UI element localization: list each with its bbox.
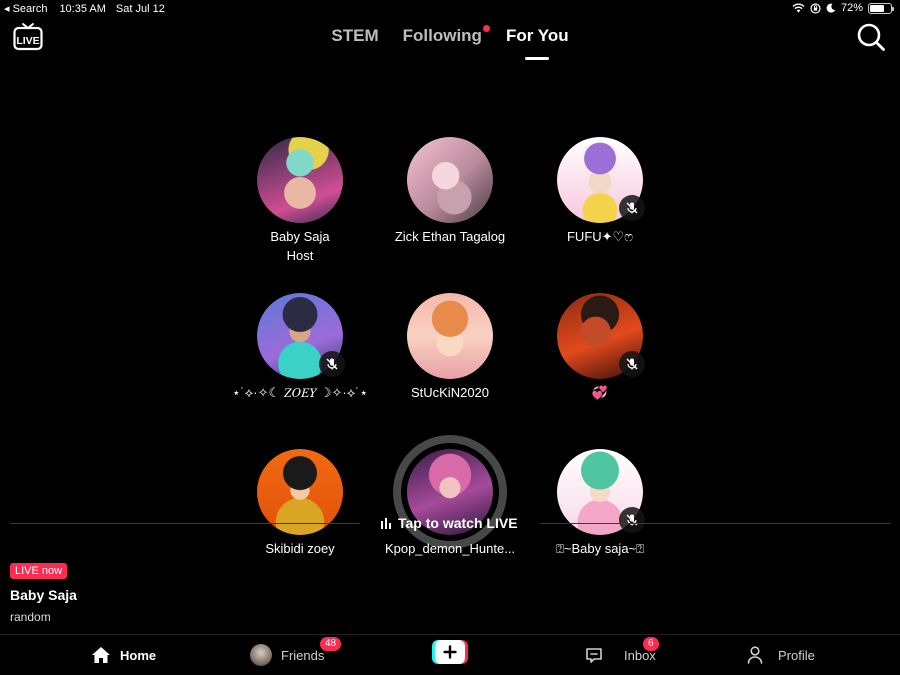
live-host-name[interactable]: Baby Saja [10,587,77,603]
host-card[interactable]: Baby Saja Host [215,137,385,265]
home-icon [92,647,110,663]
back-to-search-link[interactable]: ◂ Search [4,2,47,15]
tab-for-you[interactable]: For You [506,24,569,54]
muted-mic-icon [619,351,645,377]
host-name: StUcKiN2020 [410,385,490,400]
nav-home[interactable]: Home [91,641,156,669]
create-button[interactable] [432,640,468,664]
profile-icon [747,646,763,664]
host-card[interactable]: ⍰~Baby saja~⍰ [515,449,685,559]
host-name: Skibidi zoey [265,541,335,556]
live-subtitle: random [10,610,51,624]
avatar [557,293,645,379]
friends-avatar [250,644,272,666]
avatar [257,293,345,379]
muted-mic-icon [619,507,645,533]
host-name: ⋆˙⟡·✧☾ 𝑍𝑂𝐸𝑌 ☽✧·⟡˙⋆ [232,385,368,400]
avatar [257,137,343,223]
tab-stem[interactable]: STEM [331,24,378,54]
host-name: 💞 [591,385,609,400]
moon-icon [826,3,836,13]
avatar [407,293,493,379]
tab-stem-label: STEM [331,26,379,45]
host-name: Kpop_demon_Hunte... [384,541,516,556]
status-time: 10:35 AM [59,2,106,15]
tab-for-you-label: For You [505,26,569,45]
live-now-badge: LIVE now [10,563,68,579]
nav-friends-label: Friends [281,647,325,663]
tap-to-watch-live-button[interactable]: Tap to watch LIVE [380,515,520,531]
tab-following[interactable]: Following [402,24,490,54]
host-card[interactable]: Zick Ethan Tagalog [365,137,535,247]
avatar [407,137,493,223]
host-card[interactable]: Skibidi zoey [215,449,385,559]
progress-divider-right [540,523,890,524]
following-notification-dot [482,25,490,32]
battery-level [870,4,885,12]
top-tabs: STEM Following For You [0,24,900,54]
host-card[interactable]: StUcKiN2020 [365,293,535,403]
status-date: Sat Jul 12 [115,2,165,15]
nav-home-label: Home [120,647,157,663]
inbox-count-badge: 6 [643,637,659,651]
search-icon[interactable] [856,22,886,52]
host-name: Baby Saja [270,229,330,244]
inbox-icon [586,647,602,663]
avatar [557,137,645,223]
status-bar: ◂ Search 10:35 AM Sat Jul 12 72% [0,0,900,18]
host-name: ⍰~Baby saja~⍰ [556,541,644,556]
host-name: Zick Ethan Tagalog [394,229,506,244]
tab-following-label: Following [402,26,482,45]
nav-profile[interactable]: Profile [747,641,815,669]
muted-mic-icon [319,351,345,377]
host-card[interactable]: Kpop_demon_Hunte... [365,449,535,559]
host-name: FUFU✦♡ෆ [566,229,633,244]
wifi-icon [792,3,805,13]
nav-profile-label: Profile [778,647,815,663]
host-role-label: Host [286,248,314,263]
battery-percent: 72% [840,2,863,14]
host-card[interactable]: 💞 [515,293,685,403]
battery-icon [868,2,894,14]
host-card[interactable]: ⋆˙⟡·✧☾ 𝑍𝑂𝐸𝑌 ☽✧·⟡˙⋆ [215,293,385,403]
orientation-lock-icon [810,2,821,14]
host-card[interactable]: FUFU✦♡ෆ [515,137,685,247]
progress-divider-left [10,523,360,524]
muted-mic-icon [619,195,645,221]
nav-friends[interactable]: Friends [250,641,324,669]
tap-to-watch-label: Tap to watch LIVE [398,515,518,531]
friends-count-badge: 48 [320,637,342,651]
audio-bars-icon [381,517,391,529]
